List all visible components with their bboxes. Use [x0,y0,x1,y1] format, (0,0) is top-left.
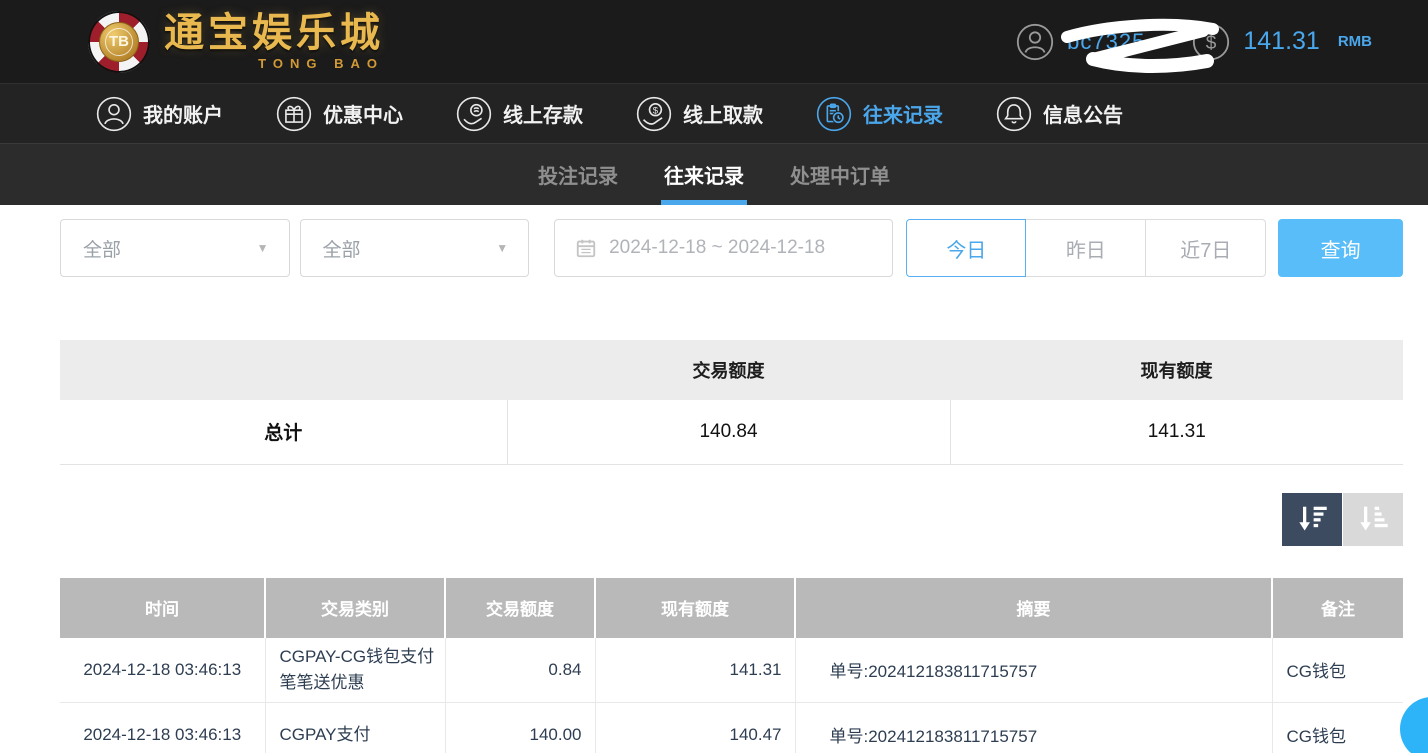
nav-item-account[interactable]: 我的账户 [95,95,223,133]
type-select[interactable]: 全部 ▼ [60,219,290,277]
filter-bar: 全部 ▼ 全部 ▼ 2024-12-18 ~ 2024-12-18 今日 昨日 … [60,219,1403,277]
table-row: 2024-12-18 03:46:13 CGPAY-CG钱包支付笔笔送优惠 0.… [60,638,1403,703]
cell-amount: 140.00 [445,703,595,753]
tab-pending-orders[interactable]: 处理中订单 [790,144,890,205]
cell-summary: 单号:202412183811715757 [795,638,1272,703]
sub-nav: 投注记录 往来记录 处理中订单 [0,143,1428,205]
site-title: 通宝娱乐城 [164,13,384,53]
category-select[interactable]: 全部 ▼ [300,219,530,277]
hand-dollar-icon: $ [635,95,673,133]
cell-balance: 140.47 [595,703,795,753]
dollar-circle-icon: $ [1191,22,1231,62]
gift-icon [275,95,313,133]
records-table: 时间 交易类别 交易额度 现有额度 摘要 备注 2024-12-18 03:46… [60,578,1403,753]
table-row: 2024-12-18 03:46:13 CGPAY支付 140.00 140.4… [60,703,1403,753]
summary-current-amount: 141.31 [950,400,1403,464]
user-account-chunk[interactable]: bc7325 [1015,22,1145,62]
balance-amount: 141.31 [1243,27,1319,56]
chip-label: TB [105,28,133,56]
summary-total-row: 总计 140.84 141.31 [60,400,1403,464]
summary-table: 交易额度 现有额度 总计 140.84 141.31 [60,340,1403,465]
summary-transaction-amount: 140.84 [507,400,950,464]
date-range-input[interactable]: 2024-12-18 ~ 2024-12-18 [554,219,893,277]
summary-header-current: 现有额度 [950,340,1403,400]
cell-time: 2024-12-18 03:46:13 [60,638,265,703]
cell-remark: CG钱包 [1272,703,1403,753]
cell-summary: 单号:202412183811715757 [795,703,1272,753]
poker-chip-icon: TB [88,11,150,73]
summary-total-label: 总计 [60,400,507,464]
main-nav: 我的账户 优惠中心 线上存款 $ 线上取款 往 [0,83,1428,143]
col-type: 交易类别 [265,578,445,638]
cell-type: CGPAY-CG钱包支付笔笔送优惠 [265,638,445,703]
sort-ascending-icon [1355,501,1391,537]
quick-date-group: 今日 昨日 近7日 [906,219,1266,277]
tab-bet-records[interactable]: 投注记录 [538,144,618,205]
top-bar: TB 通宝娱乐城 TONG BAO bc7325 [0,0,1428,83]
nav-item-deposit[interactable]: 线上存款 [455,95,583,133]
sort-descending-icon [1294,501,1330,537]
search-button[interactable]: 查询 [1278,219,1403,277]
bell-icon [995,95,1033,133]
col-time: 时间 [60,578,265,638]
summary-header-transaction: 交易额度 [507,340,950,400]
svg-text:$: $ [653,105,659,116]
sort-ascending-button[interactable] [1343,493,1403,546]
site-logo[interactable]: TB 通宝娱乐城 TONG BAO [88,11,384,73]
col-remark: 备注 [1272,578,1403,638]
yesterday-button[interactable]: 昨日 [1026,219,1146,277]
last7days-button[interactable]: 近7日 [1146,219,1266,277]
site-subtitle: TONG BAO [164,56,384,71]
summary-header-empty [60,340,507,400]
sort-descending-button[interactable] [1282,493,1342,546]
user-circle-icon [95,95,133,133]
date-range-value: 2024-12-18 ~ 2024-12-18 [609,237,825,259]
tab-transaction-records[interactable]: 往来记录 [664,144,744,205]
content-area: 全部 ▼ 全部 ▼ 2024-12-18 ~ 2024-12-18 今日 昨日 … [0,205,1428,753]
cell-balance: 141.31 [595,638,795,703]
col-summary: 摘要 [795,578,1272,638]
sort-controls [60,493,1403,546]
nav-item-records[interactable]: 往来记录 [815,95,943,133]
clipboard-clock-icon [815,95,853,133]
nav-item-withdraw[interactable]: $ 线上取款 [635,95,763,133]
records-header-row: 时间 交易类别 交易额度 现有额度 摘要 备注 [60,578,1403,638]
nav-item-announcements[interactable]: 信息公告 [995,95,1123,133]
svg-text:$: $ [1206,33,1217,54]
username-text: bc7325 [1067,29,1145,54]
balance-currency: RMB [1338,33,1372,50]
today-button[interactable]: 今日 [906,219,1026,277]
cell-amount: 0.84 [445,638,595,703]
cell-remark: CG钱包 [1272,638,1403,703]
cell-time: 2024-12-18 03:46:13 [60,703,265,753]
cell-type: CGPAY支付 [265,703,445,753]
col-balance: 现有额度 [595,578,795,638]
nav-item-promotions[interactable]: 优惠中心 [275,95,403,133]
chevron-down-icon: ▼ [257,241,269,255]
chevron-down-icon: ▼ [496,241,508,255]
hand-coin-icon [455,95,493,133]
user-icon [1015,22,1055,62]
col-amount: 交易额度 [445,578,595,638]
balance-chunk[interactable]: $ 141.31 RMB [1191,22,1372,62]
calendar-icon [575,237,597,259]
